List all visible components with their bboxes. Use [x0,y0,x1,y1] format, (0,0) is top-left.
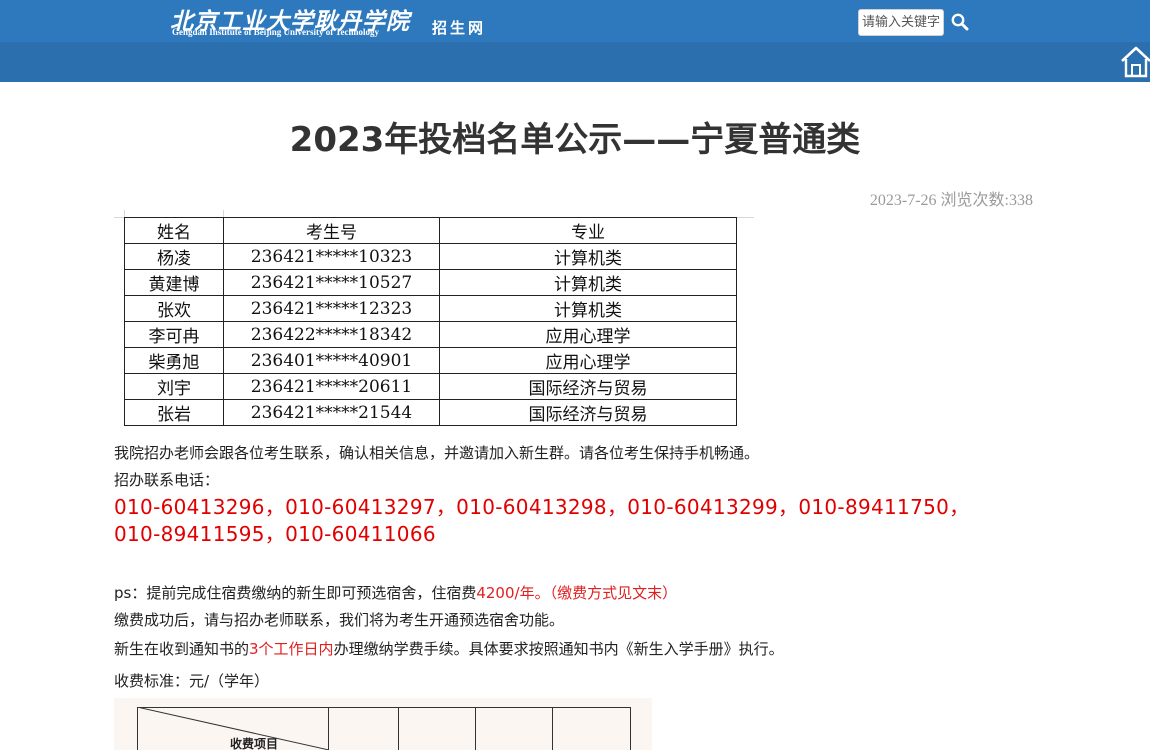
logo-subtitle: 招生网 [432,19,487,37]
search-icon[interactable] [950,12,970,32]
home-icon[interactable] [1120,45,1150,79]
table-row: 柴勇旭 236401*****40901 应用心理学 [124,347,737,374]
search-input[interactable] [858,9,944,36]
cell-candidate-id: 236421*****12323 [223,295,440,322]
contact-phone-numbers: 010-60413296，010-60413297，010-60413298，0… [114,495,970,546]
table-row: 李可冉 236422*****18342 应用心理学 [124,321,737,348]
table-row: 刘宇 236421*****20611 国际经济与贸易 [124,373,737,400]
cell-major: 计算机类 [439,295,737,322]
table-row: 杨凌 236421*****10323 计算机类 [124,243,737,270]
cell-name: 黄建博 [124,269,224,296]
cell-candidate-id: 236421*****20611 [223,373,440,400]
site-header: 北京工业大学耿丹学院 Gengdan Institute of Beijing … [0,0,1150,82]
fee-table-divider [398,707,399,750]
header-major: 专业 [439,217,737,244]
cell-major: 计算机类 [439,269,737,296]
logo-english-name: Gengdan Institute of Beijing University … [172,27,380,37]
tuition-note-prefix: 新生在收到通知书的 [114,640,250,658]
header-nav-band [0,42,1150,82]
cell-name: 刘宇 [124,373,224,400]
header-name: 姓名 [124,217,224,244]
cell-candidate-id: 236421*****21544 [223,399,440,426]
grid-line [736,217,750,218]
tuition-deadline: 3个工作日内 [249,640,334,658]
cell-name: 张岩 [124,399,224,426]
cell-major: 计算机类 [439,243,737,270]
table-row: 张岩 236421*****21544 国际经济与贸易 [124,399,737,426]
cell-major: 国际经济与贸易 [439,373,737,400]
table-row: 黄建博 236421*****10527 计算机类 [124,269,737,296]
fee-standard-label: 收费标准：元/（学年） [114,672,270,690]
fee-item-header: 收费项目 [230,737,279,750]
article-meta: 2023-7-26 浏览次数:338 [869,192,1033,209]
cell-candidate-id: 236401*****40901 [223,347,440,374]
after-payment-note: 缴费成功后，请与招办老师联系，我们将为考生开通预选宿舍功能。 [114,611,565,629]
contact-label: 招办联系电话： [114,471,220,489]
cell-major: 国际经济与贸易 [439,399,737,426]
cell-name: 李可冉 [124,321,224,348]
cell-name: 张欢 [124,295,224,322]
contact-notice: 我院招办老师会跟各位考生联系，确认相关信息，并邀请加入新生群。请各位考生保持手机… [114,444,760,462]
cell-name: 杨凌 [124,243,224,270]
fee-table-divider [328,707,329,750]
header-candidate-id: 考生号 [223,217,440,244]
admission-list-table: 姓名 考生号 专业 杨凌 236421*****10323 计算机类 黄建博 2… [124,217,737,426]
cell-candidate-id: 236421*****10527 [223,269,440,296]
site-logo[interactable]: 北京工业大学耿丹学院 Gengdan Institute of Beijing … [170,0,500,40]
table-header-row: 姓名 考生号 专业 [124,217,737,244]
cell-name: 柴勇旭 [124,347,224,374]
table-row: 张欢 236421*****12323 计算机类 [124,295,737,322]
dorm-fee-note-text: ps：提前完成住宿费缴纳的新生即可预选宿舍，住宿费 [114,584,477,602]
dorm-fee-note: ps：提前完成住宿费缴纳的新生即可预选宿舍，住宿费4200/年。（缴费方式见文末… [114,582,677,603]
cell-major: 应用心理学 [439,321,737,348]
fee-table-divider [552,707,553,750]
tuition-note-suffix: 办理缴纳学费手续。具体要求按照通知书内《新生入学手册》执行。 [333,640,784,658]
cell-candidate-id: 236422*****18342 [223,321,440,348]
article-title: 2023年投档名单公示——宁夏普通类 [289,120,861,160]
tuition-deadline-note: 新生在收到通知书的3个工作日内办理缴纳学费手续。具体要求按照通知书内《新生入学手… [114,638,784,659]
cell-candidate-id: 236421*****10323 [223,243,440,270]
cell-major: 应用心理学 [439,347,737,374]
fee-table-divider [475,707,476,750]
dorm-fee-amount: 4200/年。（缴费方式见文末） [476,584,678,602]
